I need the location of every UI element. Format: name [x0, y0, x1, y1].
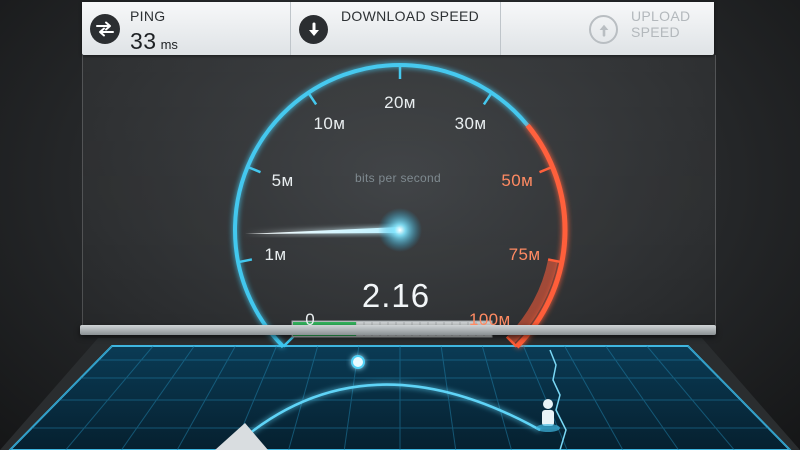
current-speed: 2.16: [361, 277, 431, 314]
gauge-tick-label: 75м: [508, 244, 541, 264]
gauge-tick-label: 1м: [264, 244, 287, 264]
gauge-tick-label: 50м: [501, 171, 534, 191]
ping-unit: ms: [160, 37, 178, 52]
ping-label: PING: [130, 8, 166, 24]
upload-label: UPLOAD SPEED: [631, 8, 691, 40]
gauge-tick-label: 30м: [454, 114, 487, 134]
gauge-tick-label: 5м: [271, 171, 294, 191]
upload-panel: UPLOAD SPEED: [500, 2, 715, 55]
monitor-frame-bezel: [80, 325, 716, 335]
upload-arrow-icon: [589, 15, 618, 44]
gauge-tick-label: 20м: [384, 93, 416, 112]
platform: [0, 338, 800, 450]
gauge-tick-label: 0: [305, 309, 316, 329]
results-bar: PING 33 ms DOWNLOAD SPEED UPLOAD SPEED: [82, 2, 714, 55]
download-arrow-icon: [299, 15, 328, 44]
gauge-tick-label: 100м: [468, 309, 511, 329]
download-label: DOWNLOAD SPEED: [341, 8, 479, 24]
unit-caption: bits per second: [355, 171, 441, 185]
gauge-tick-label: 10м: [313, 114, 346, 134]
download-panel: DOWNLOAD SPEED: [290, 2, 501, 55]
ping-arrows-icon: [90, 14, 120, 44]
route-node: [351, 355, 365, 369]
ping-value: 33 ms: [130, 28, 178, 55]
ping-panel: PING 33 ms: [82, 2, 290, 55]
ping-number: 33: [130, 28, 157, 54]
